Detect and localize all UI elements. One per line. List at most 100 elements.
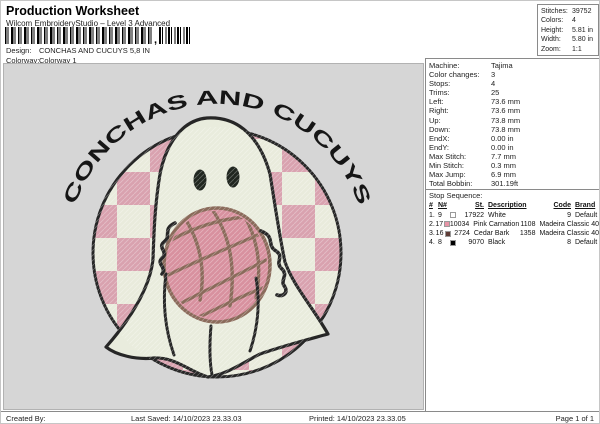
printed-text: Printed: 14/10/2023 23.33.05 bbox=[309, 414, 406, 423]
col-header-num: # bbox=[429, 202, 433, 210]
needle-num: 16 bbox=[435, 229, 444, 237]
needle-num: 8 bbox=[438, 239, 442, 247]
machine-info-list: Machine: Tajima Color changes: 3 Stops: 4 T… bbox=[426, 59, 599, 188]
machine-info-row: EndX: 0.00 in bbox=[429, 134, 599, 143]
stop-sequence-row: 4. 8 9070 Black 8 Default bbox=[429, 238, 599, 247]
info-value: Tajima bbox=[491, 61, 513, 70]
info-value: 73.6 mm bbox=[491, 97, 521, 107]
thread-description: Cedar Bark bbox=[473, 229, 510, 237]
summary-value: 5.80 in bbox=[572, 36, 594, 44]
row-num: 4. bbox=[429, 239, 435, 247]
col-header-description: Description bbox=[488, 202, 527, 210]
info-label: EndX: bbox=[429, 133, 450, 143]
machine-info-row: Color changes: 3 bbox=[429, 70, 599, 79]
col-header-brand: Brand bbox=[575, 202, 596, 210]
thread-swatch bbox=[450, 239, 458, 246]
barcode-bars-icon bbox=[5, 27, 152, 44]
machine-info-row: Up: 73.8 mm bbox=[429, 116, 599, 125]
info-value: 7.7 mm bbox=[491, 151, 517, 161]
stop-sequence-title: Stop Sequence: bbox=[429, 191, 483, 201]
summary-value: 1:1 bbox=[572, 45, 582, 53]
info-value: 73.8 mm bbox=[491, 124, 521, 134]
last-saved-text: Last Saved: 14/10/2023 23.33.03 bbox=[131, 414, 242, 423]
embroidery-design-preview: CONCHAS AND CUCUYS bbox=[3, 63, 424, 410]
info-value: 73.6 mm bbox=[491, 106, 521, 116]
row-num: 3. bbox=[429, 229, 435, 237]
thread-brand: Madeira Classic 40 bbox=[539, 229, 599, 237]
stop-sequence-rows: 1. 9 17922 White 9 Default 2. 17 10034 P… bbox=[429, 211, 599, 248]
barcode-bars-icon bbox=[159, 27, 191, 44]
thread-description: Black bbox=[488, 239, 506, 247]
info-label: Up: bbox=[429, 115, 441, 125]
info-label: Color changes: bbox=[429, 70, 480, 80]
info-value: 73.8 mm bbox=[491, 115, 521, 125]
machine-info-row: Min Stitch: 0.3 mm bbox=[429, 161, 599, 170]
info-label: Trims: bbox=[429, 88, 450, 98]
summary-label: Colors: bbox=[541, 17, 564, 25]
design-barcode: , bbox=[5, 27, 191, 46]
info-value: 301.19ft bbox=[491, 179, 519, 189]
needle-num: 17 bbox=[435, 220, 444, 228]
design-value: CONCHAS AND CUCUYS 5,8 IN bbox=[39, 46, 150, 55]
info-value: 0.00 in bbox=[491, 142, 514, 152]
info-label: Machine: bbox=[429, 61, 460, 70]
page-footer: Created By: Last Saved: 14/10/2023 23.33… bbox=[1, 411, 599, 423]
info-label: Down: bbox=[429, 124, 451, 134]
summary-label: Zoom: bbox=[541, 45, 561, 53]
stitch-count: 17922 bbox=[464, 211, 484, 219]
machine-info-row: Left: 73.6 mm bbox=[429, 97, 599, 106]
machine-info-row: Right: 73.6 mm bbox=[429, 106, 599, 115]
info-value: 3 bbox=[491, 70, 496, 80]
thread-code: 8 bbox=[567, 239, 571, 247]
created-by-label: Created By: bbox=[6, 414, 46, 423]
summary-row: Zoom: 1:1 bbox=[541, 45, 598, 54]
stitch-summary-box: Stitches: 39752 Colors: 4 Height: 5.81 in W… bbox=[537, 4, 599, 56]
page-number: Page 1 of 1 bbox=[555, 414, 594, 423]
thread-swatch bbox=[450, 212, 458, 219]
col-header-stitches: St. bbox=[475, 202, 484, 210]
stitch-count: 2724 bbox=[454, 229, 470, 237]
summary-value: 5.81 in bbox=[572, 26, 594, 34]
thread-brand: Madeira Classic 40 bbox=[539, 220, 599, 228]
thread-brand: Default bbox=[575, 239, 598, 247]
design-name-row: Design: CONCHAS AND CUCUYS 5,8 IN bbox=[6, 46, 150, 55]
machine-info-row: Down: 73.8 mm bbox=[429, 125, 599, 134]
stitch-count: 9070 bbox=[468, 239, 484, 247]
info-label: Left: bbox=[429, 97, 444, 107]
thread-description: Pink Carnation bbox=[473, 220, 520, 228]
machine-info-row: EndY: 0.00 in bbox=[429, 143, 599, 152]
summary-value: 39752 bbox=[572, 8, 592, 15]
stitch-texture-overlay bbox=[91, 127, 343, 379]
summary-row: Width: 5.80 in bbox=[541, 35, 598, 44]
machine-info-row: Total Bobbin: 301.19ft bbox=[429, 179, 599, 188]
summary-value: 4 bbox=[572, 17, 576, 25]
summary-label: Height: bbox=[541, 26, 564, 34]
row-num: 1. bbox=[429, 211, 435, 219]
thread-brand: Default bbox=[575, 211, 598, 219]
info-value: 0.3 mm bbox=[491, 161, 517, 171]
needle-num: 9 bbox=[438, 211, 442, 219]
stop-sequence-table: # N# St. Description Code Brand 1. 9 179… bbox=[429, 201, 599, 247]
summary-label: Stitches: bbox=[541, 8, 568, 15]
info-label: EndY: bbox=[429, 142, 450, 152]
production-worksheet-page: Production Worksheet Wilcom EmbroiderySt… bbox=[0, 0, 600, 424]
machine-info-row: Max Stitch: 7.7 mm bbox=[429, 152, 599, 161]
barcode-comma: , bbox=[154, 34, 158, 46]
stop-sequence-row: 3. 16 2724 Cedar Bark 1358 Madeira Class… bbox=[429, 229, 599, 238]
info-label: Max Stitch: bbox=[429, 151, 467, 161]
summary-row: Colors: 4 bbox=[541, 16, 598, 25]
design-info-panel: Machine: Tajima Color changes: 3 Stops: 4 T… bbox=[425, 58, 599, 411]
info-label: Total Bobbin: bbox=[429, 179, 473, 189]
info-value: 6.9 mm bbox=[491, 170, 517, 180]
col-header-code: Code bbox=[553, 202, 572, 210]
info-label: Max Jump: bbox=[429, 170, 466, 180]
machine-info-row: Max Jump: 6.9 mm bbox=[429, 170, 599, 179]
summary-row: Height: 5.81 in bbox=[541, 26, 598, 35]
info-value: 25 bbox=[491, 88, 500, 98]
page-title: Production Worksheet bbox=[6, 4, 140, 18]
thread-code: 9 bbox=[567, 211, 571, 219]
info-value: 4 bbox=[491, 79, 496, 89]
thread-code: 1108 bbox=[520, 220, 536, 228]
stop-sequence-section: Stop Sequence: # N# St. Description Code… bbox=[426, 189, 599, 247]
info-label: Min Stitch: bbox=[429, 161, 465, 171]
